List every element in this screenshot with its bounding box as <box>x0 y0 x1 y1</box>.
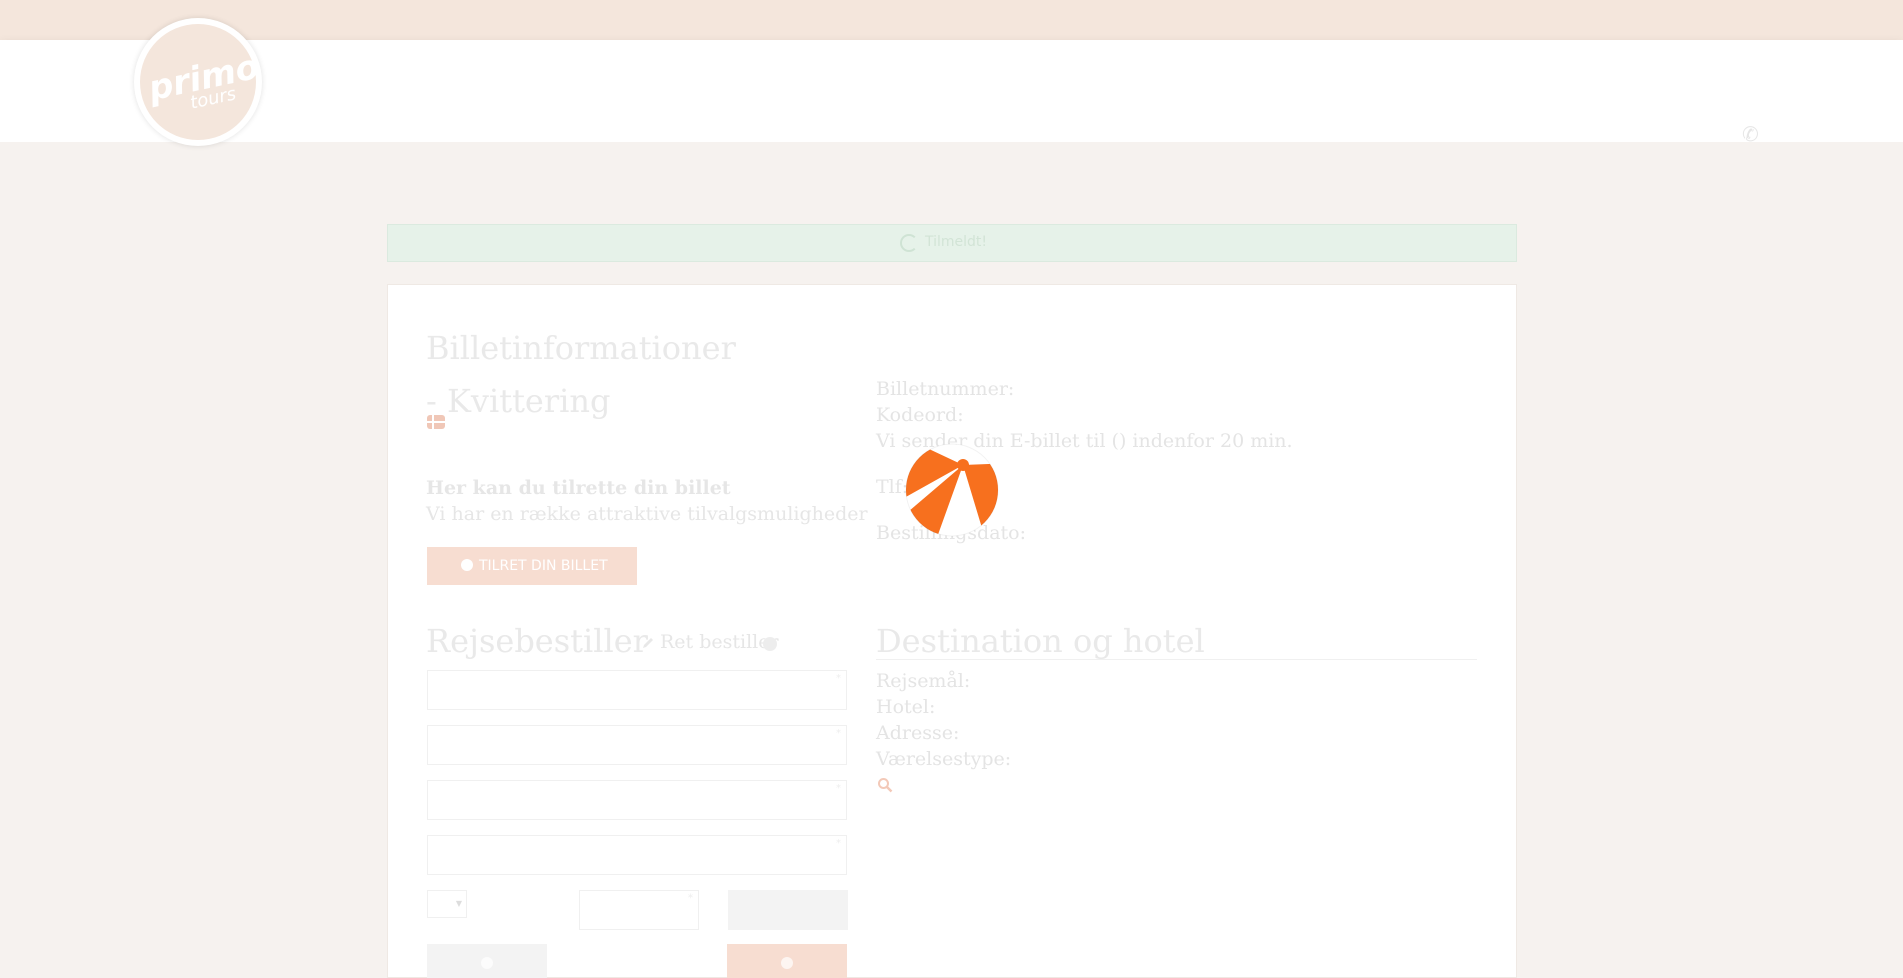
address-label: Adresse: <box>876 722 960 744</box>
edit-ticket-button[interactable]: TILRET DIN BILLET <box>427 547 637 585</box>
phone-prefix-select[interactable]: ▼ <box>427 890 467 918</box>
required-mark: * <box>836 673 841 684</box>
verify-button[interactable] <box>728 890 848 930</box>
code-label: Kodeord: <box>876 404 964 426</box>
flag-dk-icon[interactable] <box>427 415 445 429</box>
booker-email-field[interactable]: * <box>427 780 847 820</box>
cancel-button[interactable] <box>727 944 847 978</box>
spinner-icon <box>900 234 918 252</box>
roomtype-label: Værelsestype: <box>876 748 1012 770</box>
pencil-icon[interactable] <box>641 636 655 650</box>
required-mark: * <box>836 728 841 739</box>
page-title: Billetinformationer - Kvittering <box>426 329 736 420</box>
save-button[interactable] <box>427 944 547 978</box>
phone-label: Tlf: <box>876 476 909 498</box>
booker-name-field[interactable]: * <box>427 670 847 710</box>
chevron-down-icon: ▼ <box>455 899 462 908</box>
dot-icon <box>481 957 493 969</box>
booker-email-confirm-field[interactable]: * <box>427 835 847 875</box>
required-mark: * <box>836 783 841 794</box>
plus-circle-icon <box>461 559 473 571</box>
hotel-label: Hotel: <box>876 696 936 718</box>
booker-surname-field[interactable]: * <box>427 725 847 765</box>
search-icon[interactable] <box>877 777 893 793</box>
top-strip <box>0 0 1903 40</box>
site-header: ✆ <box>0 40 1903 146</box>
alert-text: Tilmeldt! <box>925 234 988 250</box>
ticket-number-label: Billetnummer: <box>876 378 1015 400</box>
upgrade-title: Her kan du tilrette din billet <box>426 477 731 499</box>
success-alert: Tilmeldt! <box>387 224 1517 262</box>
destination-divider <box>876 659 1477 660</box>
beach-ball-icon <box>905 443 999 537</box>
destination-title: Destination og hotel <box>876 622 1205 660</box>
info-icon[interactable] <box>763 637 777 651</box>
edit-booker-link[interactable]: Ret bestiller <box>660 631 779 653</box>
dot-icon <box>781 957 793 969</box>
required-mark: * <box>836 838 841 849</box>
required-mark: * <box>688 893 693 904</box>
upgrade-subtitle: Vi har en række attraktive tilvalgsmulig… <box>426 503 868 525</box>
logo-circle: primo tours <box>140 24 262 140</box>
logo[interactable]: primo tours <box>134 18 262 146</box>
destination-label: Rejsemål: <box>876 670 971 692</box>
phone-field[interactable]: * <box>579 890 699 930</box>
edit-ticket-label: TILRET DIN BILLET <box>479 558 608 574</box>
booker-title: Rejsebestiller <box>426 622 648 660</box>
